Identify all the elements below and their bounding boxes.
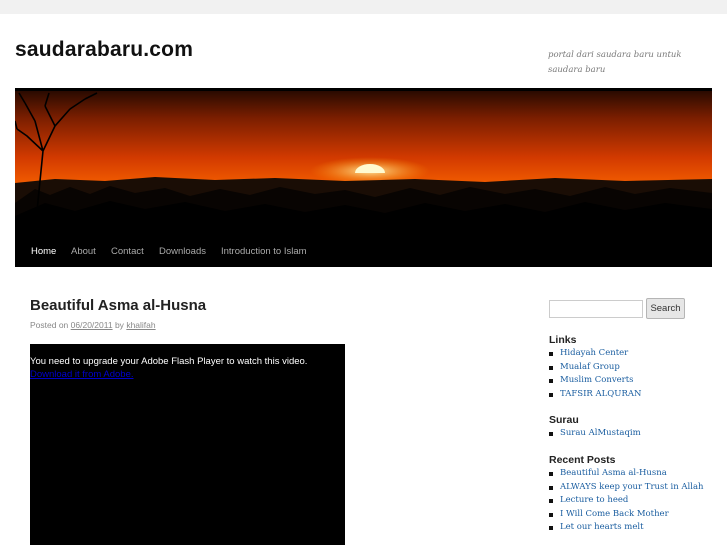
list-item: Let our hearts melt xyxy=(549,522,704,536)
links-widget-title: Links xyxy=(549,334,577,346)
recent-post-link[interactable]: Beautiful Asma al-Husna xyxy=(560,468,667,478)
page-wrapper: saudarabaru.com portal dari saudara baru… xyxy=(0,14,727,545)
list-item: Beautiful Asma al-Husna xyxy=(549,468,704,482)
link-muslim-converts[interactable]: Muslim Converts xyxy=(560,375,634,385)
nav-item-downloads[interactable]: Downloads xyxy=(159,246,206,257)
posted-on-label: Posted on xyxy=(30,320,69,330)
bullet-icon xyxy=(549,499,553,503)
flash-download-link[interactable]: Download it from Adobe. xyxy=(30,369,134,380)
link-hidayah-center[interactable]: Hidayah Center xyxy=(560,348,628,358)
post-date-link[interactable]: 06/20/2011 xyxy=(71,320,113,330)
bullet-icon xyxy=(549,472,553,476)
bullet-icon xyxy=(549,352,553,356)
header-banner-image xyxy=(15,91,712,239)
site-description: portal dari saudara baru untuk saudara b… xyxy=(548,50,682,75)
list-item: Surau AlMustaqim xyxy=(549,428,641,442)
list-item: ALWAYS keep your Trust in Allah xyxy=(549,482,704,496)
bullet-icon xyxy=(549,432,553,436)
list-item: TAFSIR ALQURAN xyxy=(549,389,641,403)
recent-posts-widget-title: Recent Posts xyxy=(549,454,616,466)
recent-post-link[interactable]: Lecture to heed xyxy=(560,495,628,505)
bullet-icon xyxy=(549,379,553,383)
bullet-icon xyxy=(549,512,553,517)
link-tafsir-alquran[interactable]: TAFSIR ALQURAN xyxy=(560,389,641,399)
post-author-link[interactable]: khalifah xyxy=(126,320,155,330)
post-title[interactable]: Beautiful Asma al-Husna xyxy=(30,297,206,314)
surau-widget-title: Surau xyxy=(549,414,579,426)
post-meta: Posted on 06/20/2011 by khalifah xyxy=(30,320,156,330)
recent-post-link[interactable]: I Will Come Back Mother xyxy=(560,509,669,519)
surau-list: Surau AlMustaqim xyxy=(549,428,641,442)
search-input[interactable] xyxy=(549,300,643,318)
list-item: Muslim Converts xyxy=(549,375,641,389)
link-mualaf-group[interactable]: Mualaf Group xyxy=(560,362,620,372)
recent-posts-list: Beautiful Asma al-Husna ALWAYS keep your… xyxy=(549,468,704,536)
nav-item-introduction-to-islam[interactable]: Introduction to Islam xyxy=(221,246,307,257)
recent-post-link[interactable]: ALWAYS keep your Trust in Allah xyxy=(560,482,704,492)
by-label: by xyxy=(114,320,124,330)
video-player[interactable]: You need to upgrade your Adobe Flash Pla… xyxy=(30,344,345,545)
nav-item-contact[interactable]: Contact xyxy=(111,246,144,257)
bullet-icon xyxy=(549,365,553,370)
nav-item-about[interactable]: About xyxy=(71,246,96,257)
bullet-icon xyxy=(549,392,553,397)
bullet-icon xyxy=(549,485,553,490)
nav-item-home[interactable]: Home xyxy=(31,246,56,257)
bullet-icon xyxy=(549,526,553,530)
list-item: Mualaf Group xyxy=(549,362,641,376)
site-title[interactable]: saudarabaru.com xyxy=(15,38,193,62)
main-navigation: Home About Contact Downloads Introductio… xyxy=(15,238,712,267)
recent-post-link[interactable]: Let our hearts melt xyxy=(560,522,644,532)
list-item: Hidayah Center xyxy=(549,348,641,362)
flash-upgrade-message: You need to upgrade your Adobe Flash Pla… xyxy=(30,356,308,367)
links-list: Hidayah Center Mualaf Group Muslim Conve… xyxy=(549,348,641,402)
list-item: I Will Come Back Mother xyxy=(549,509,704,523)
link-surau-almustaqim[interactable]: Surau AlMustaqim xyxy=(560,428,641,438)
list-item: Lecture to heed xyxy=(549,495,704,509)
search-button[interactable]: Search xyxy=(646,298,685,319)
